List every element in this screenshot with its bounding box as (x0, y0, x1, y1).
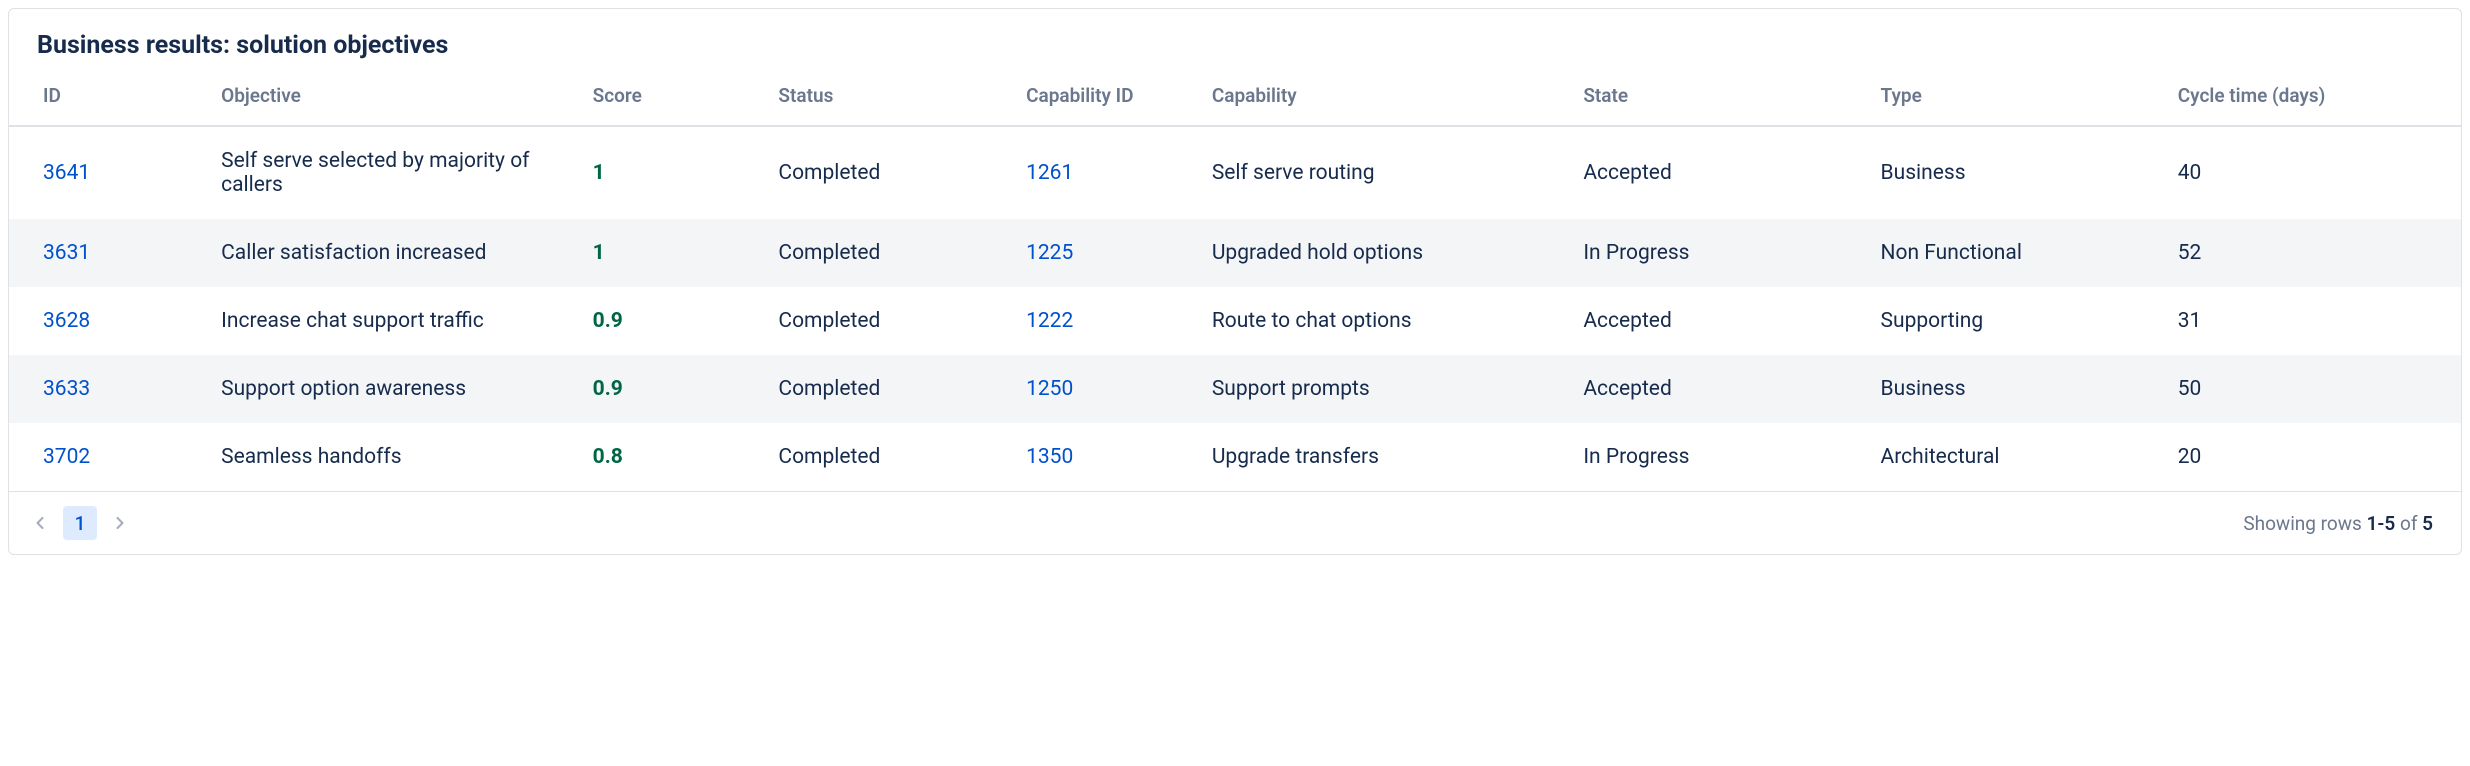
score-value: 0.9 (579, 355, 765, 423)
chevron-left-icon (30, 513, 50, 533)
objective-id-link[interactable]: 3702 (9, 423, 207, 491)
state-value: In Progress (1569, 219, 1866, 287)
cycle-time-value: 50 (2164, 355, 2461, 423)
status-value: Completed (764, 287, 1012, 355)
col-header-id[interactable]: ID (9, 68, 207, 126)
objective-id-link[interactable]: 3628 (9, 287, 207, 355)
objective-text: Self serve selected by majority of calle… (207, 126, 579, 219)
showing-prefix: Showing rows (2243, 512, 2366, 535)
col-header-score[interactable]: Score (579, 68, 765, 126)
next-page-button[interactable] (103, 506, 137, 540)
capability-text: Upgrade transfers (1198, 423, 1570, 491)
cycle-time-value: 40 (2164, 126, 2461, 219)
objective-id-link[interactable]: 3641 (9, 126, 207, 219)
showing-of: of (2395, 512, 2422, 535)
table-row: 3641 Self serve selected by majority of … (9, 126, 2461, 219)
table-footer: 1 Showing rows 1-5 of 5 (9, 491, 2461, 554)
pagination: 1 (23, 506, 137, 540)
table-header-row: ID Objective Score Status Capability ID … (9, 68, 2461, 126)
objective-id-link[interactable]: 3631 (9, 219, 207, 287)
capability-id-link[interactable]: 1250 (1012, 355, 1198, 423)
page-number-current[interactable]: 1 (63, 506, 97, 540)
score-value: 1 (579, 126, 765, 219)
status-value: Completed (764, 355, 1012, 423)
col-header-status[interactable]: Status (764, 68, 1012, 126)
showing-range: 1-5 (2367, 512, 2396, 535)
capability-id-link[interactable]: 1350 (1012, 423, 1198, 491)
col-header-objective[interactable]: Objective (207, 68, 579, 126)
col-header-capability-id[interactable]: Capability ID (1012, 68, 1198, 126)
state-value: Accepted (1569, 287, 1866, 355)
table-row: 3702 Seamless handoffs 0.8 Completed 135… (9, 423, 2461, 491)
score-value: 0.8 (579, 423, 765, 491)
type-value: Supporting (1867, 287, 2164, 355)
results-table: ID Objective Score Status Capability ID … (9, 68, 2461, 491)
state-value: Accepted (1569, 126, 1866, 219)
col-header-state[interactable]: State (1569, 68, 1866, 126)
type-value: Business (1867, 355, 2164, 423)
score-value: 0.9 (579, 287, 765, 355)
score-value: 1 (579, 219, 765, 287)
state-value: In Progress (1569, 423, 1866, 491)
capability-id-link[interactable]: 1261 (1012, 126, 1198, 219)
status-value: Completed (764, 126, 1012, 219)
table-row: 3631 Caller satisfaction increased 1 Com… (9, 219, 2461, 287)
objective-id-link[interactable]: 3633 (9, 355, 207, 423)
table-body: 3641 Self serve selected by majority of … (9, 126, 2461, 491)
col-header-type[interactable]: Type (1867, 68, 2164, 126)
type-value: Architectural (1867, 423, 2164, 491)
col-header-cycle-time[interactable]: Cycle time (days) (2164, 68, 2461, 126)
capability-id-link[interactable]: 1225 (1012, 219, 1198, 287)
state-value: Accepted (1569, 355, 1866, 423)
showing-rows-text: Showing rows 1-5 of 5 (2243, 512, 2433, 535)
objective-text: Seamless handoffs (207, 423, 579, 491)
results-panel: Business results: solution objectives ID… (8, 8, 2462, 555)
capability-text: Route to chat options (1198, 287, 1570, 355)
table-row: 3628 Increase chat support traffic 0.9 C… (9, 287, 2461, 355)
capability-text: Support prompts (1198, 355, 1570, 423)
type-value: Non Functional (1867, 219, 2164, 287)
status-value: Completed (764, 219, 1012, 287)
objective-text: Support option awareness (207, 355, 579, 423)
capability-text: Self serve routing (1198, 126, 1570, 219)
prev-page-button[interactable] (23, 506, 57, 540)
objective-text: Caller satisfaction increased (207, 219, 579, 287)
cycle-time-value: 31 (2164, 287, 2461, 355)
cycle-time-value: 52 (2164, 219, 2461, 287)
type-value: Business (1867, 126, 2164, 219)
showing-total: 5 (2422, 512, 2433, 535)
col-header-capability[interactable]: Capability (1198, 68, 1570, 126)
cycle-time-value: 20 (2164, 423, 2461, 491)
objective-text: Increase chat support traffic (207, 287, 579, 355)
chevron-right-icon (110, 513, 130, 533)
panel-title: Business results: solution objectives (9, 9, 2461, 68)
capability-text: Upgraded hold options (1198, 219, 1570, 287)
table-row: 3633 Support option awareness 0.9 Comple… (9, 355, 2461, 423)
capability-id-link[interactable]: 1222 (1012, 287, 1198, 355)
status-value: Completed (764, 423, 1012, 491)
